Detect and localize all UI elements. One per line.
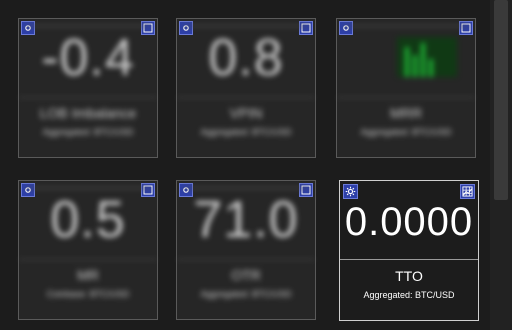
metric-title: MR: [77, 267, 99, 283]
tile-inner-frame: [343, 25, 469, 27]
metric-tile-mrr[interactable]: MRR Aggregated: BTC/USD: [336, 18, 476, 158]
metric-value: 0.0000: [344, 199, 474, 244]
sparkline-chart: [397, 37, 457, 77]
tile-divider: [19, 259, 157, 260]
metric-tile-mr[interactable]: 0.5 MR Coinbase: BTC/USD: [18, 180, 158, 320]
sparkline-bar: [429, 59, 433, 77]
metric-source: Aggregated: BTC/USD: [363, 290, 455, 300]
metric-tile-vpin[interactable]: 0.8 VPIN Aggregated: BTC/USD: [176, 18, 316, 158]
metric-source: Aggregated: BTC/USD: [200, 289, 292, 299]
metric-title: MRR: [390, 105, 422, 121]
metric-source: Aggregated: BTC/USD: [360, 127, 452, 137]
metric-value: 71.0: [193, 191, 299, 249]
tile-divider: [177, 259, 315, 260]
tile-divider: [19, 97, 157, 98]
tile-divider: [177, 97, 315, 98]
metric-source: Coinbase: BTC/USD: [46, 289, 130, 299]
tile-divider: [337, 97, 475, 98]
sparkline-bar: [413, 55, 417, 77]
metric-value-box: -0.4: [21, 21, 155, 95]
metric-value-box: 71.0: [179, 183, 313, 257]
sparkline-bar: [421, 43, 425, 77]
scrollbar[interactable]: [490, 0, 512, 330]
metric-tile-lob-imbalance[interactable]: -0.4 LOB Imbalance Aggregated: BTC/USD: [18, 18, 158, 158]
metric-value-box: 0.0000: [342, 185, 476, 259]
metric-source: Aggregated: BTC/USD: [200, 127, 292, 137]
tile-divider: [340, 259, 478, 260]
metric-tile-otr[interactable]: 71.0 OTR Aggregated: BTC/USD: [176, 180, 316, 320]
scrollbar-thumb[interactable]: [494, 0, 508, 200]
metric-title: LOB Imbalance: [39, 105, 137, 121]
widget-grid: -0.4 LOB Imbalance Aggregated: BTC/USD 0…: [0, 0, 490, 330]
metric-title: VPIN: [229, 105, 263, 121]
metric-value: 0.5: [50, 191, 126, 249]
metric-value: 0.8: [208, 29, 284, 87]
metric-value-box: 0.8: [179, 21, 313, 95]
metric-tile-tto[interactable]: 0.0000 TTO Aggregated: BTC/USD: [339, 180, 479, 321]
metric-value-box: 0.5: [21, 183, 155, 257]
metric-title: OTR: [231, 267, 261, 283]
sparkline-bar: [405, 47, 409, 77]
chart-grid-icon[interactable]: [459, 21, 473, 35]
settings-icon[interactable]: [339, 21, 353, 35]
metric-source: Aggregated: BTC/USD: [42, 127, 134, 137]
metric-value: -0.4: [41, 29, 135, 87]
metric-title: TTO: [395, 268, 423, 284]
